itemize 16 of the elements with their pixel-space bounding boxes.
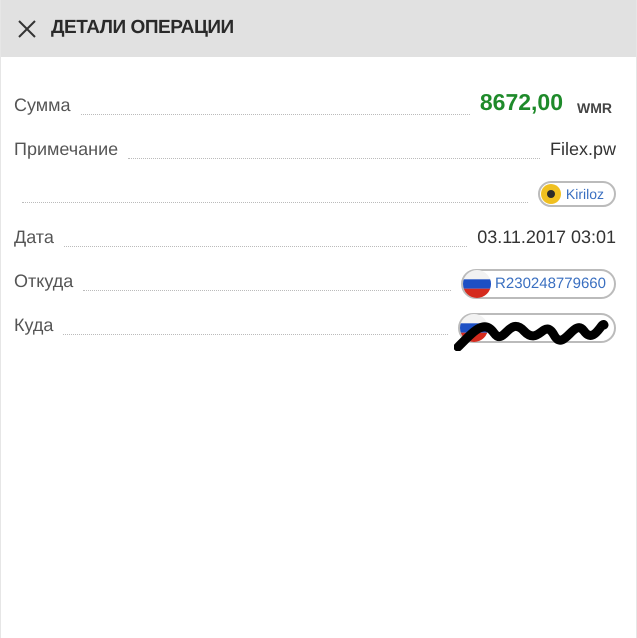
- amount-value: 8672,00: [480, 88, 563, 116]
- flag-icon: [460, 314, 488, 342]
- field-label: Дата: [14, 226, 54, 249]
- purse-link[interactable]: R230248779660: [461, 269, 616, 299]
- avatar-icon: [540, 183, 562, 205]
- field-value: 03.11.2017 03:01: [477, 226, 616, 249]
- close-icon[interactable]: [17, 18, 37, 38]
- field-label: Откуда: [14, 270, 74, 293]
- field-value: Filex.pw: [550, 138, 616, 161]
- currency-label: WMR: [577, 99, 612, 118]
- field-label: Сумма: [14, 94, 71, 117]
- field-label: Куда: [14, 314, 54, 337]
- dialog-title: ДЕТАЛИ ОПЕРАЦИИ: [51, 16, 234, 40]
- field-label: Примечание: [14, 138, 118, 161]
- user-link[interactable]: Kiriloz: [538, 181, 616, 207]
- flag-icon: [463, 270, 492, 298]
